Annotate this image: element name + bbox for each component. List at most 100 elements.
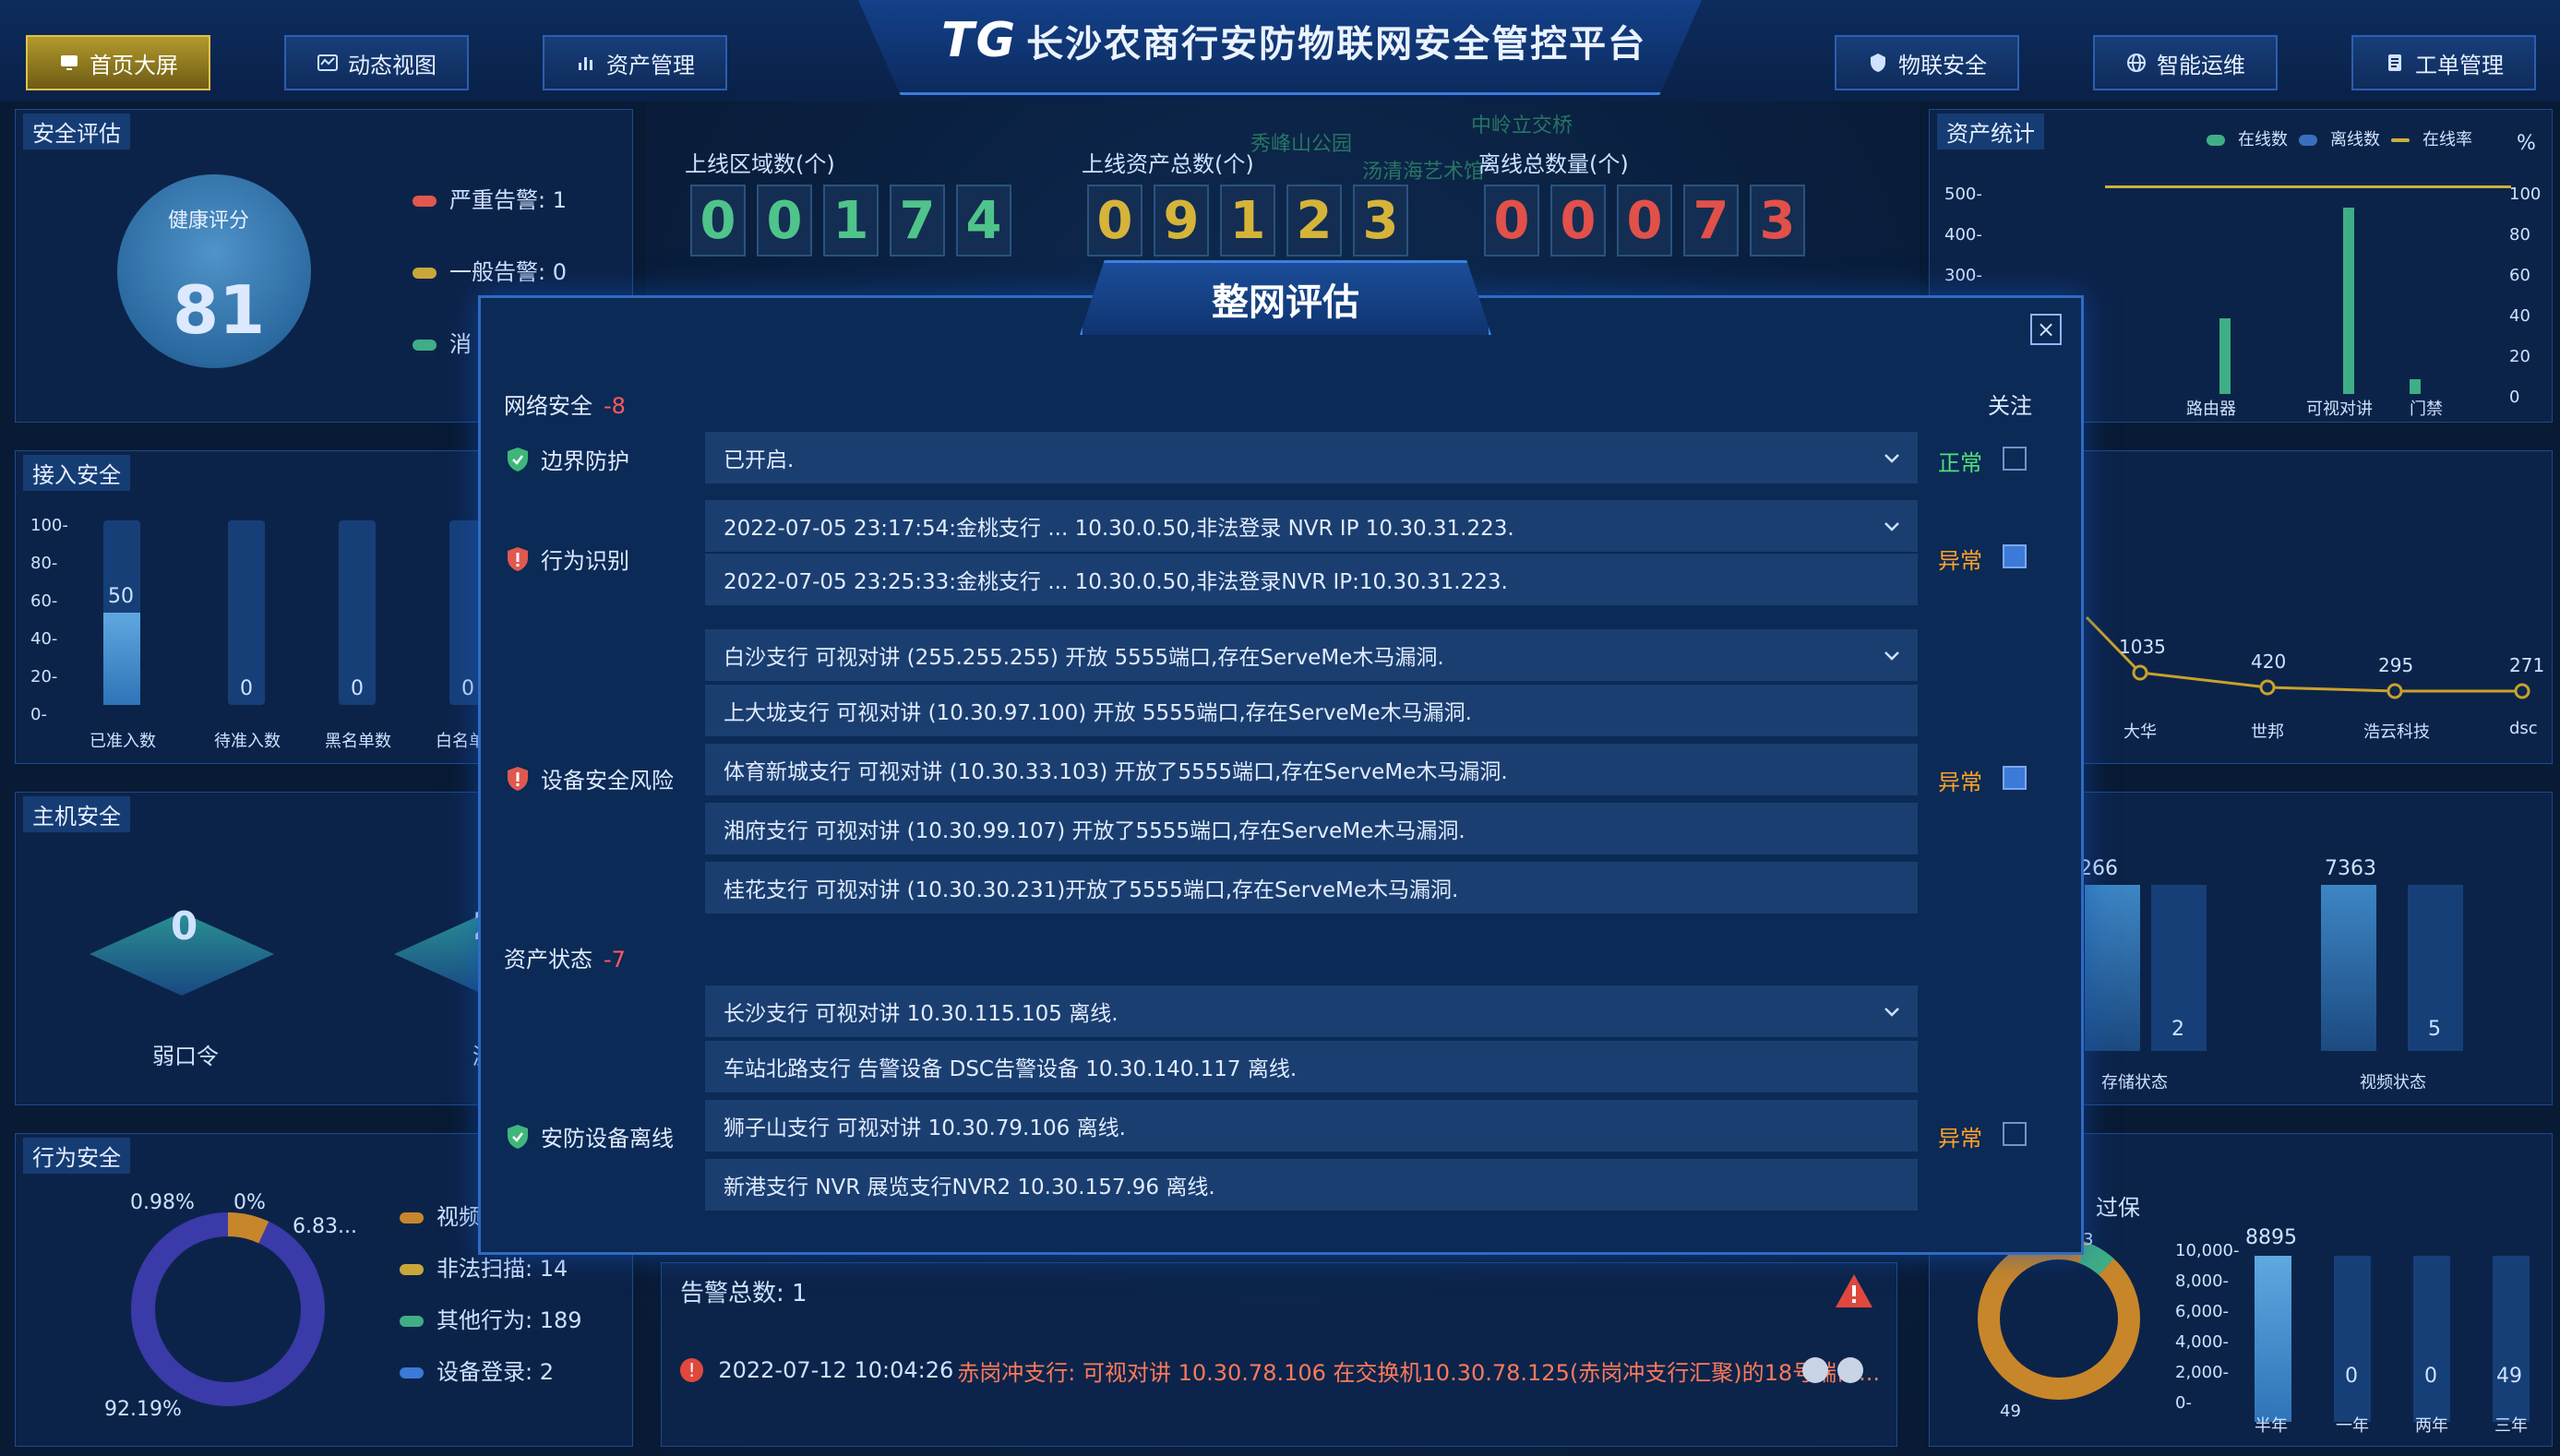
offline-count-label: 离线总数量(个): [1478, 151, 1629, 177]
health-label: 健康评分: [168, 209, 250, 233]
nav-home-dashboard[interactable]: 首页大屏: [26, 35, 210, 90]
offline-dropdown[interactable]: 长沙支行 可视对讲 10.30.115.105 离线.: [705, 985, 1918, 1039]
map-label: 秀峰山公园: [1250, 133, 1353, 156]
legend-other-behavior: 其他行为: 189: [400, 1302, 582, 1334]
globe-icon: [2127, 54, 2146, 72]
x-label: 存储状态: [2101, 1073, 2168, 1092]
bar-label: 黑名单数: [325, 732, 391, 751]
x-label: 半年: [2255, 1416, 2288, 1436]
counter-digit: 0: [1484, 185, 1539, 257]
counter-digit: 1: [823, 185, 879, 257]
nav-asset-management[interactable]: 资产管理: [543, 35, 727, 90]
offline-list-item[interactable]: 车站北路支行 告警设备 DSC告警设备 10.30.140.117 离线.: [705, 1041, 1918, 1094]
nav-label: 工单管理: [2415, 52, 2504, 78]
bar-value: 8895: [2245, 1226, 2297, 1249]
x-label: 世邦: [2251, 722, 2284, 742]
counter-digit: 0: [1087, 185, 1142, 257]
device-risk-line: 体育新城支行 可视对讲 (10.30.33.103) 开放了5555端口,存在S…: [724, 760, 1508, 784]
pct-label: 0.98%: [130, 1191, 195, 1214]
alert-icon: !: [680, 1358, 704, 1382]
device-risk-list-item[interactable]: 上大垅支行 可视对讲 (10.30.97.100) 开放 5555端口,存在Se…: [705, 685, 1918, 738]
y-axis-right: 100 80 60 40 20 0: [2509, 185, 2542, 407]
counter-digit: 4: [956, 185, 1011, 257]
x-label: 可视对讲: [2306, 400, 2373, 419]
offline-line: 车站北路支行 告警设备 DSC告警设备 10.30.140.117 离线.: [724, 1057, 1298, 1081]
device-risk-line: 湘府支行 可视对讲 (10.30.99.107) 开放了5555端口,存在Ser…: [724, 819, 1465, 843]
x-label: 门禁: [2410, 400, 2443, 419]
y-axis-left: 500- 400- 300-: [1944, 185, 1982, 285]
pct-label: 92.19%: [104, 1398, 182, 1421]
bar: [2334, 1256, 2371, 1422]
x-label: 两年: [2415, 1416, 2448, 1436]
point-value: 420: [2251, 650, 2287, 673]
alarm-time: 2022-07-12 10:04:26: [718, 1357, 954, 1383]
x-label: 三年: [2494, 1416, 2528, 1436]
behavior-line: 2022-07-05 23:25:33:金桃支行 ... 10.30.0.50,…: [724, 570, 1508, 594]
nav-label: 资产管理: [606, 52, 695, 78]
device-risk-line: 桂花支行 可视对讲 (10.30.30.231)开放了5555端口,存在Serv…: [724, 878, 1459, 902]
ring-label: 49: [2000, 1402, 2021, 1421]
remove-icon[interactable]: [1837, 1357, 1863, 1383]
alarm-total: 告警总数: 1: [680, 1280, 807, 1307]
bar-chart-icon: [579, 57, 592, 70]
nav-smart-ops[interactable]: 智能运维: [2093, 35, 2278, 90]
close-button[interactable]: ×: [2030, 314, 2062, 345]
follow-checkbox[interactable]: [2003, 447, 2027, 471]
point-value: 271: [2509, 654, 2545, 676]
bar: [2321, 885, 2376, 1051]
confirm-icon[interactable]: [1802, 1357, 1828, 1383]
bar-value: 266: [2079, 857, 2118, 880]
x-label: 浩云科技: [2363, 722, 2430, 742]
alarm-panel: 告警总数: 1 ! 2022-07-12 10:04:26 赤岗冲支行: 可视对…: [661, 1262, 1897, 1447]
device-risk-list-item[interactable]: 体育新城支行 可视对讲 (10.30.33.103) 开放了5555端口,存在S…: [705, 744, 1918, 797]
legend-device-login: 设备登录: 2: [400, 1354, 554, 1386]
x-label: 一年: [2336, 1416, 2369, 1436]
panel-title: 接入安全: [23, 455, 130, 491]
follow-checkbox[interactable]: [2003, 766, 2027, 790]
map-label: 汤清海艺术馆: [1362, 161, 1485, 184]
behavior-list-item[interactable]: 2022-07-05 23:25:33:金桃支行 ... 10.30.0.50,…: [705, 554, 1918, 607]
bar-label: 已准入数: [90, 732, 156, 751]
page-title: TG 长沙农商行安防物联网安全管控平台: [941, 13, 1645, 68]
follow-checkbox[interactable]: [2003, 544, 2027, 568]
bar: [2413, 1256, 2450, 1422]
bar-value: 0: [2424, 1365, 2437, 1388]
unit-label: %: [2517, 132, 2536, 155]
nav-label: 动态视图: [348, 52, 437, 78]
platform-title: 长沙农商行安防物联网安全管控平台: [1026, 23, 1647, 66]
counter-digit: 2: [1286, 185, 1342, 257]
alarm-desc: 赤岗冲支行: 可视对讲 10.30.78.106 在交换机10.30.78.12…: [957, 1359, 1880, 1386]
border-protection-dropdown[interactable]: 已开启.: [705, 432, 1918, 485]
brand-logo: TG: [941, 13, 1018, 68]
border-protection-text: 已开启.: [724, 448, 795, 472]
status-abnormal: 异常: [1938, 1126, 1982, 1152]
online-rate-line: [2105, 185, 2511, 188]
bar-value: 49: [2496, 1365, 2522, 1388]
nav-dynamic-view[interactable]: 动态视图: [284, 35, 469, 90]
panel-title: 安全评估: [23, 113, 130, 149]
device-risk-dropdown[interactable]: 白沙支行 可视对讲 (255.255.255) 开放 5555端口,存在Serv…: [705, 629, 1918, 683]
shield-icon: [1871, 54, 1885, 72]
device-risk-line: 白沙支行 可视对讲 (255.255.255) 开放 5555端口,存在Serv…: [724, 646, 1444, 670]
bar-value: 0: [461, 677, 474, 700]
counter-digit: 0: [757, 185, 812, 257]
behavior-dropdown[interactable]: 2022-07-05 23:17:54:金桃支行 ... 10.30.0.50,…: [705, 500, 1918, 554]
counter-digit: 0: [1550, 185, 1606, 257]
x-label: 路由器: [2186, 400, 2236, 419]
counter-digit: 0: [690, 185, 746, 257]
point-value: 295: [2378, 654, 2414, 676]
offline-line: 长沙支行 可视对讲 10.30.115.105 离线.: [724, 1002, 1119, 1026]
offline-list-item[interactable]: 狮子山支行 可视对讲 10.30.79.106 离线.: [705, 1100, 1918, 1153]
chevron-down-icon: [1884, 454, 1899, 463]
offline-list-item[interactable]: 新港支行 NVR 展览支行NVR2 10.30.157.96 离线.: [705, 1159, 1918, 1212]
device-risk-list-item[interactable]: 桂花支行 可视对讲 (10.30.30.231)开放了5555端口,存在Serv…: [705, 862, 1918, 915]
counter-digit: 0: [1617, 185, 1672, 257]
device-risk-list-item[interactable]: 湘府支行 可视对讲 (10.30.99.107) 开放了5555端口,存在Ser…: [705, 803, 1918, 856]
bar-online: [2219, 318, 2231, 394]
nav-work-order[interactable]: 工单管理: [2351, 35, 2536, 90]
weak-password-label: 弱口令: [152, 1044, 219, 1069]
bar-value: 2: [2171, 1018, 2184, 1041]
follow-checkbox[interactable]: [2003, 1122, 2027, 1146]
alarm-item[interactable]: ! 2022-07-12 10:04:26 赤岗冲支行: 可视对讲 10.30.…: [680, 1350, 1880, 1390]
nav-iot-security[interactable]: 物联安全: [1835, 35, 2019, 90]
